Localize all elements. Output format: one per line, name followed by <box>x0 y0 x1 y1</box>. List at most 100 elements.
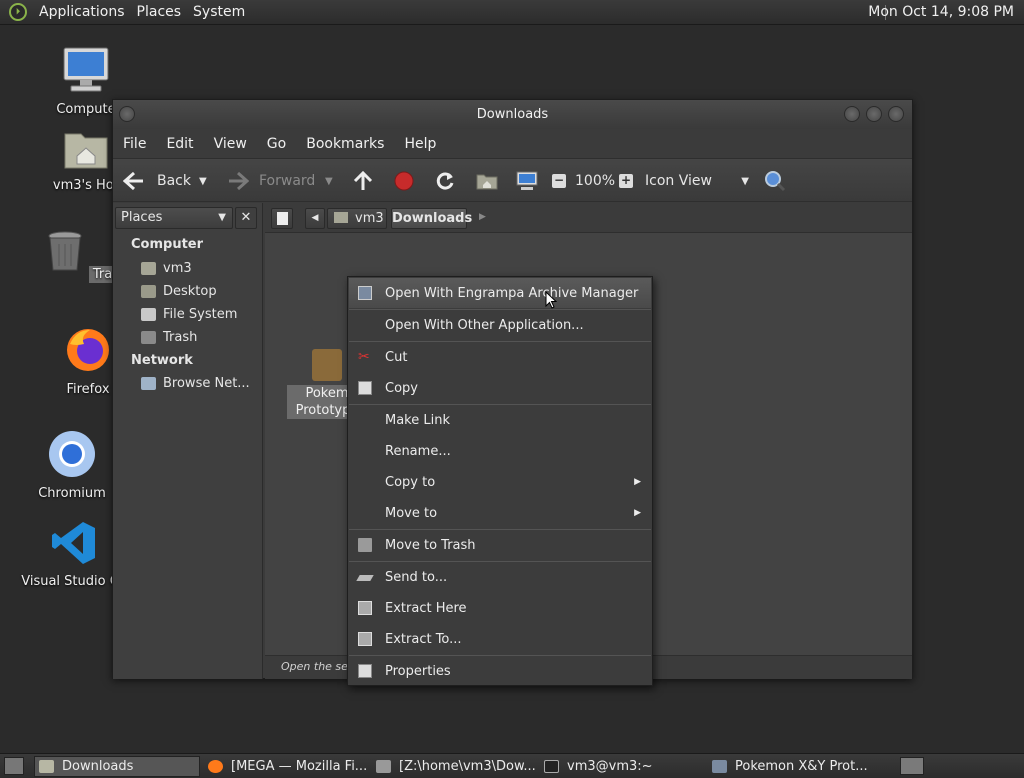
workspace-switcher[interactable] <box>900 757 924 775</box>
window-titlebar[interactable]: Downloads <box>113 100 912 129</box>
view-mode-label: Icon View <box>645 173 712 189</box>
up-arrow-icon <box>353 170 373 190</box>
trash-icon <box>48 231 82 271</box>
submenu-arrow-icon: ▶ <box>634 477 641 487</box>
search-button[interactable] <box>764 159 786 203</box>
reload-icon <box>436 172 454 190</box>
menu-move-to[interactable]: Move to ▶ <box>349 498 651 528</box>
stop-icon <box>394 171 414 191</box>
sidebar-type-select[interactable]: Places ▼ <box>115 207 233 229</box>
computer-button[interactable] <box>516 159 538 203</box>
menu-item-label: Properties <box>385 663 451 679</box>
chevron-down-icon: ▼ <box>741 175 749 187</box>
zoom-level[interactable]: 100% <box>575 159 615 203</box>
menu-item-label: Open With Engrampa Archive Manager <box>385 285 639 301</box>
task-pokemon[interactable]: Pokemon X&Y Prot... <box>708 756 878 777</box>
application-icon <box>712 760 727 773</box>
stop-button[interactable] <box>394 159 414 203</box>
task-firefox[interactable]: [MEGA — Mozilla Fi... <box>204 756 370 777</box>
up-button[interactable] <box>353 159 373 203</box>
crumb-downloads[interactable]: Downloads <box>391 208 472 229</box>
pathbar: ◀ vm3 Downloads ▶ <box>265 203 912 233</box>
path-scroll-left[interactable]: ◀ <box>305 208 325 229</box>
search-icon <box>765 171 786 192</box>
edit-location-icon <box>276 212 288 225</box>
show-desktop-button[interactable] <box>4 757 24 775</box>
sidebar-item-label: File System <box>163 307 238 322</box>
crumb-vm3[interactable]: vm3 <box>327 208 387 229</box>
places-menu[interactable]: Places <box>131 4 188 20</box>
menu-cut[interactable]: ✂ Cut <box>349 342 651 372</box>
task-terminal[interactable]: vm3@vm3:~ <box>540 756 706 777</box>
menu-item-label: Copy to <box>385 474 436 490</box>
task-label: [MEGA — Mozilla Fi... <box>231 759 368 774</box>
zoom-out-icon: − <box>552 173 566 188</box>
menu-move-to-trash[interactable]: Move to Trash <box>349 530 651 560</box>
clock[interactable]: Mon Oct 14, 9:08 PM <box>868 4 1014 20</box>
task-wine-explorer[interactable]: [Z:\home\vm3\Dow... <box>372 756 538 777</box>
menu-item-label: Make Link <box>385 412 450 428</box>
view-mode-select[interactable]: Icon View ▼ <box>645 159 749 203</box>
sidebar-item-vm3[interactable]: vm3 <box>141 261 192 276</box>
home-button[interactable] <box>476 159 498 203</box>
sidebar-item-desktop[interactable]: Desktop <box>141 284 217 299</box>
maximize-button[interactable] <box>866 106 882 122</box>
sidebar-item-trash[interactable]: Trash <box>141 330 197 345</box>
properties-icon <box>358 664 372 678</box>
menu-go[interactable]: Go <box>257 136 296 152</box>
reload-button[interactable] <box>435 159 455 203</box>
zoom-in-button[interactable]: + <box>619 159 633 203</box>
menubar: File Edit View Go Bookmarks Help <box>113 129 912 158</box>
taskbar: Downloads [MEGA — Mozilla Fi... [Z:\home… <box>0 753 1024 778</box>
close-button[interactable] <box>888 106 904 122</box>
window-menu-button[interactable] <box>119 106 135 122</box>
archive-manager-icon <box>358 286 372 300</box>
menu-extract-here[interactable]: Extract Here <box>349 593 651 623</box>
terminal-icon <box>544 760 559 773</box>
back-label: Back <box>157 173 191 189</box>
forward-button[interactable]: Forward <box>227 159 315 203</box>
menu-open-with-engrampa[interactable]: Open With Engrampa Archive Manager <box>349 278 651 308</box>
forward-history-dropdown[interactable]: ▼ <box>325 159 333 203</box>
minimize-button[interactable] <box>844 106 860 122</box>
forward-arrow-icon <box>229 171 249 191</box>
menu-extract-to[interactable]: Extract To... <box>349 624 651 654</box>
menu-item-label: Move to Trash <box>385 537 476 553</box>
menu-item-label: Copy <box>385 380 418 396</box>
home-icon <box>476 174 498 190</box>
menu-view[interactable]: View <box>204 136 257 152</box>
menu-copy[interactable]: Copy <box>349 373 651 403</box>
zoom-out-button[interactable]: − <box>552 159 566 203</box>
menu-item-label: Rename... <box>385 443 451 459</box>
menu-bookmarks[interactable]: Bookmarks <box>296 136 394 152</box>
applications-menu[interactable]: Applications <box>33 4 131 20</box>
menu-make-link[interactable]: Make Link <box>349 405 651 435</box>
task-label: Pokemon X&Y Prot... <box>735 759 868 774</box>
task-label: Downloads <box>62 759 134 774</box>
sidebar: Places ▼ ✕ Computer vm3 Desktop File Sys… <box>113 203 263 679</box>
sidebar-item-label: Browse Net... <box>163 376 250 391</box>
toggle-location-button[interactable] <box>271 208 293 229</box>
menu-send-to[interactable]: Send to... <box>349 562 651 592</box>
menu-open-with-other[interactable]: Open With Other Application... <box>349 310 651 340</box>
back-arrow-icon <box>123 171 143 191</box>
desktop-icon-chromium[interactable]: Chromium <box>22 430 122 501</box>
sidebar-item-filesystem[interactable]: File System <box>141 307 237 322</box>
mate-logo-icon[interactable]: ⏵ <box>9 3 27 21</box>
menu-file[interactable]: File <box>113 136 156 152</box>
back-history-dropdown[interactable]: ▼ <box>199 159 207 203</box>
firefox-icon <box>208 760 223 773</box>
sidebar-item-browse-network[interactable]: Browse Net... <box>141 376 250 391</box>
menu-edit[interactable]: Edit <box>156 136 203 152</box>
path-scroll-right[interactable]: ▶ <box>479 212 486 222</box>
menu-help[interactable]: Help <box>394 136 446 152</box>
menu-item-label: Cut <box>385 349 408 365</box>
system-menu[interactable]: System <box>187 4 251 20</box>
back-button[interactable]: Back <box>123 159 191 203</box>
menu-copy-to[interactable]: Copy to ▶ <box>349 467 651 497</box>
close-sidebar-button[interactable]: ✕ <box>235 207 257 229</box>
task-downloads[interactable]: Downloads <box>34 756 200 777</box>
menu-rename[interactable]: Rename... <box>349 436 651 466</box>
menu-item-label: Extract To... <box>385 631 462 647</box>
menu-properties[interactable]: Properties <box>349 656 651 686</box>
